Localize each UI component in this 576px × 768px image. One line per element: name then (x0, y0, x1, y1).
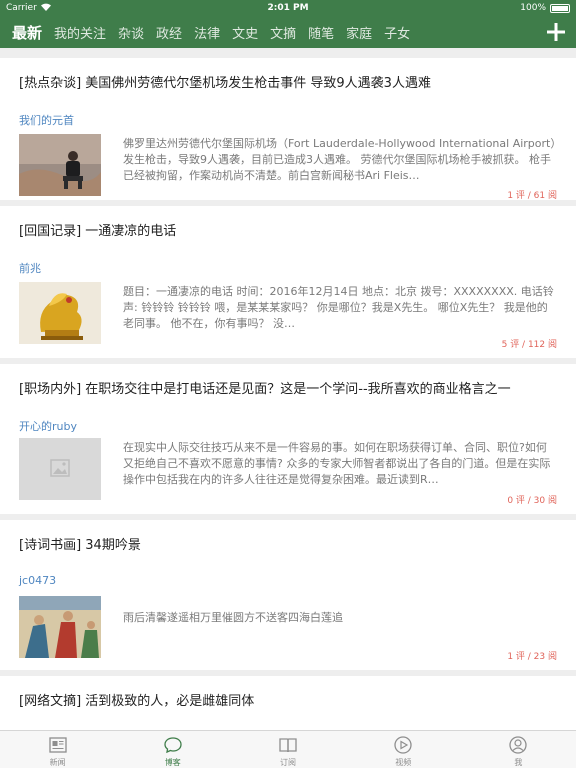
article-card[interactable]: [职场内外] 在职场交往中是打电话还是见面？这是一个学问--我所喜欢的商业格言之… (0, 364, 576, 514)
tabbar-label: 博客 (164, 758, 181, 767)
article-stats: 1 评 / 61 阅 (507, 191, 557, 201)
tab-digest[interactable]: 文摘 (264, 23, 302, 42)
article-thumbnail[interactable] (19, 134, 101, 196)
battery-icon (550, 4, 570, 13)
play-icon (394, 736, 412, 754)
book-icon (279, 738, 297, 753)
article-summary: 在现实中人际交往技巧从来不是一件容易的事。如何在职场获得订单、合同、职位?如何又… (123, 441, 551, 486)
tab-essays[interactable]: 随笔 (302, 23, 340, 42)
category-nav-bar: 最新 我的关注 杂谈 政经 法律 文史 文摘 随笔 家庭 子女 (0, 16, 576, 48)
tab-following[interactable]: 我的关注 (48, 23, 112, 42)
tabbar-label: 视频 (395, 758, 412, 767)
tab-misc-talk[interactable]: 杂谈 (112, 23, 150, 42)
article-stats: 5 评 / 112 阅 (501, 340, 557, 350)
photo-painting-icon (19, 596, 101, 658)
article-title[interactable]: [诗词书画] 34期吟景 (19, 537, 559, 555)
article-title[interactable]: [回国记录] 一通凄凉的电话 (19, 223, 559, 241)
newspaper-icon (48, 737, 67, 753)
article-stats: 1 评 / 23 阅 (507, 652, 557, 662)
tab-law[interactable]: 法律 (188, 23, 226, 42)
article-stats: 0 评 / 30 阅 (507, 496, 557, 506)
status-time: 2:01 PM (267, 3, 309, 13)
article-card[interactable]: [回国记录] 一通凄凉的电话 前兆 题目：一通凄凉的电话 时间：2016年12月… (0, 206, 576, 358)
placeholder-image-icon (19, 438, 101, 500)
tabbar-label: 我 (514, 758, 523, 767)
bottom-tab-bar: 新闻 博客 订阅 视频 我 (0, 730, 576, 768)
battery-percent: 100% (520, 3, 546, 13)
article-summary: 雨后清馨遂遥相万里催圆方不送客四海白莲追 (123, 611, 343, 624)
article-thumbnail[interactable] (19, 438, 101, 500)
article-summary: 题目：一通凄凉的电话 时间：2016年12月14日 地点：北京 拨号：XXXXX… (123, 285, 554, 330)
article-thumbnail[interactable] (19, 282, 101, 344)
photo-golden-rooster-icon (19, 282, 101, 344)
article-title[interactable]: [网络文摘] 活到极致的人，必是雌雄同体 (19, 693, 559, 711)
tab-literature-history[interactable]: 文史 (226, 23, 264, 42)
article-thumbnail[interactable] (19, 596, 101, 658)
article-author[interactable]: jc0473 (19, 574, 56, 587)
tabbar-item-blog[interactable]: 博客 (115, 731, 230, 768)
tab-family[interactable]: 家庭 (340, 23, 378, 42)
article-card[interactable]: [诗词书画] 34期吟景 jc0473 雨后清馨遂遥相万里催圆方不送客四海白莲追… (0, 520, 576, 670)
tabbar-item-subscribe[interactable]: 订阅 (230, 731, 345, 768)
plus-icon[interactable] (544, 20, 568, 44)
tabbar-label: 订阅 (280, 758, 296, 767)
tabbar-label: 新闻 (49, 758, 66, 767)
article-author[interactable]: 前兆 (19, 260, 41, 276)
tab-latest[interactable]: 最新 (6, 22, 48, 43)
article-title[interactable]: [职场内外] 在职场交往中是打电话还是见面？这是一个学问--我所喜欢的商业格言之… (19, 381, 559, 399)
article-summary: 佛罗里达州劳德代尔堡国际机场（Fort Lauderdale-Hollywood… (123, 137, 556, 182)
tabbar-item-me[interactable]: 我 (461, 731, 576, 768)
article-author[interactable]: 开心的ruby (19, 418, 77, 434)
photo-man-sitting-icon (19, 134, 101, 196)
chat-bubble-icon (164, 737, 182, 754)
tab-children[interactable]: 子女 (378, 23, 416, 42)
article-author[interactable]: 我们的元首 (19, 112, 74, 128)
article-card[interactable]: [网络文摘] 活到极致的人，必是雌雄同体 (0, 676, 576, 730)
article-title[interactable]: [热点杂谈] 美国佛州劳德代尔堡机场发生枪击事件 导致9人遇袭3人遇难 (19, 75, 559, 93)
person-icon (509, 736, 528, 754)
status-bar: Carrier 2:01 PM 100% (0, 0, 576, 16)
category-tabs: 最新 我的关注 杂谈 政经 法律 文史 文摘 随笔 家庭 子女 (6, 16, 416, 48)
tabbar-item-video[interactable]: 视频 (346, 731, 461, 768)
article-feed[interactable]: [热点杂谈] 美国佛州劳德代尔堡机场发生枪击事件 导致9人遇袭3人遇难 我们的元… (0, 48, 576, 730)
tabbar-item-news[interactable]: 新闻 (0, 731, 115, 768)
article-card[interactable]: [热点杂谈] 美国佛州劳德代尔堡机场发生枪击事件 导致9人遇袭3人遇难 我们的元… (0, 58, 576, 201)
tab-politics-economy[interactable]: 政经 (150, 23, 188, 42)
